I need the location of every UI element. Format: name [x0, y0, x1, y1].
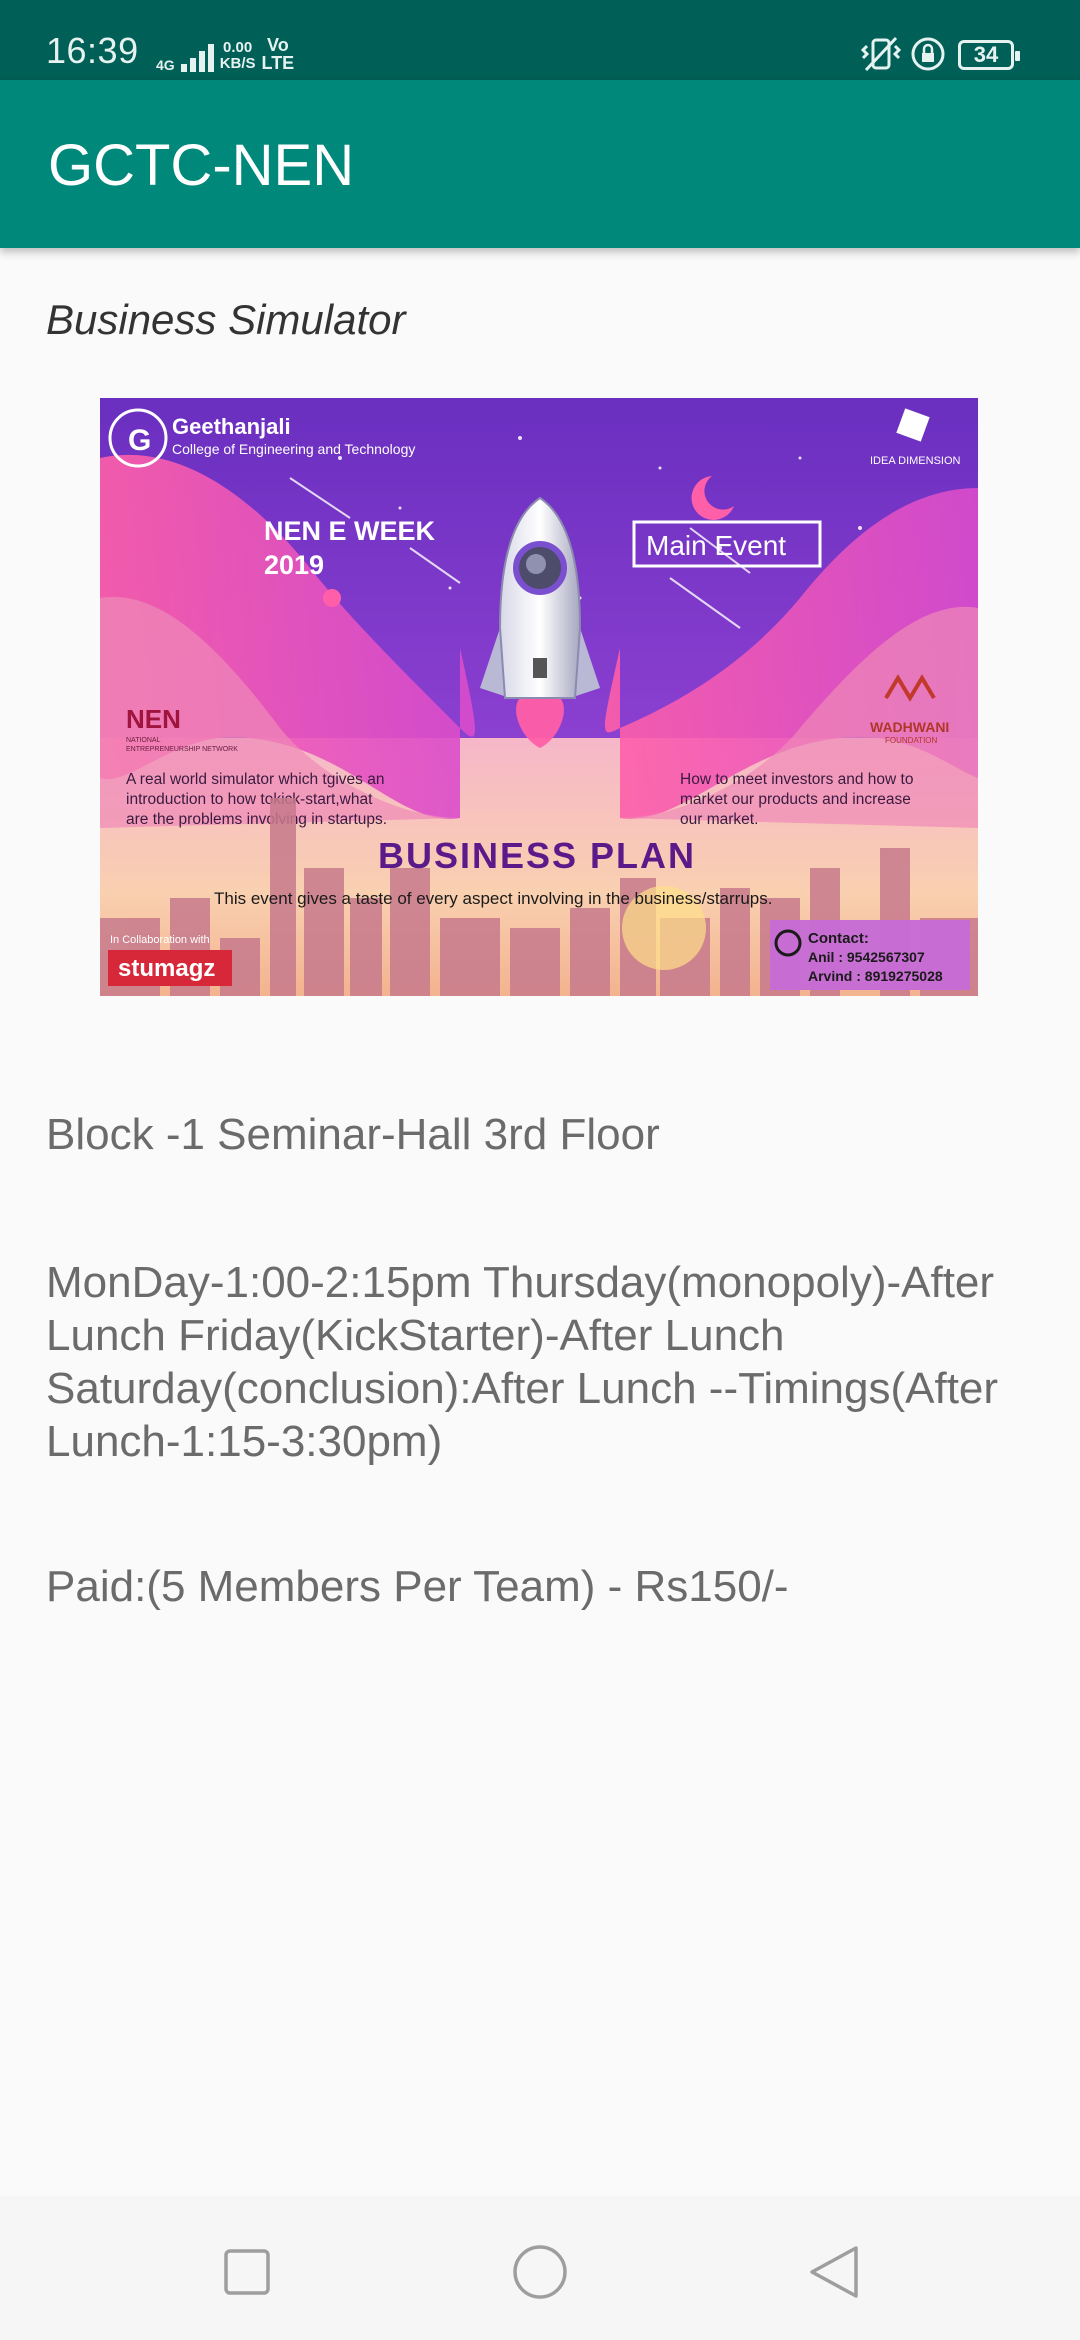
- app-title: GCTC-NEN: [48, 133, 355, 198]
- poster-left-desc-2: introduction to how tokick-start,what: [126, 791, 373, 808]
- event-venue: Block -1 Seminar-Hall 3rd Floor: [46, 1110, 660, 1159]
- recents-button[interactable]: [206, 2236, 286, 2306]
- volte-indicator: Vo LTE: [262, 36, 295, 72]
- signal-icon: [180, 42, 214, 72]
- home-button[interactable]: [500, 2236, 580, 2306]
- event-title: Business Simulator: [46, 296, 406, 343]
- data-speed: 0.00 KB/S: [220, 40, 256, 72]
- poster-tagline: This event gives a taste of every aspect…: [214, 889, 772, 908]
- poster-graphic: G Geethanjali College of Engineering and…: [100, 398, 978, 996]
- poster-left-desc-1: A real world simulator which tgives an: [126, 771, 384, 788]
- rotation-lock-icon: [911, 37, 945, 71]
- poster-right-desc-1: How to meet investors and how to: [680, 771, 913, 788]
- poster-headline: BUSINESS PLAN: [378, 835, 696, 876]
- poster-badge: Main Event: [646, 530, 786, 561]
- poster-contact-label: Contact:: [808, 930, 869, 947]
- poster-nen-logo: NEN: [126, 704, 181, 734]
- poster-wadhwani-logo: WADHWANI: [870, 719, 949, 735]
- status-time: 16:39: [46, 30, 139, 71]
- poster-collab-label: In Collaboration with: [110, 934, 210, 946]
- data-speed-unit: KB/S: [219, 55, 256, 72]
- vibrate-icon: [860, 36, 902, 72]
- event-fee: Paid:(5 Members Per Team) - Rs150/-: [46, 1562, 789, 1611]
- event-timings: MonDay-1:00-2:15pm Thursday(monopoly)-Af…: [46, 1258, 999, 1466]
- poster-college-subtitle: College of Engineering and Technology: [172, 441, 415, 457]
- svg-text:G: G: [128, 424, 151, 457]
- event-poster: G Geethanjali College of Engineering and…: [100, 398, 978, 996]
- app-bar: GCTC-NEN: [0, 80, 1080, 248]
- poster-contact-2: Arvind : 8919275028: [808, 968, 943, 984]
- poster-week-line2: 2019: [264, 550, 324, 580]
- data-speed-value: 0.00: [223, 39, 253, 56]
- status-right-icons: 34: [860, 36, 1080, 72]
- back-button[interactable]: [794, 2236, 874, 2306]
- volte-bottom: LTE: [261, 53, 295, 73]
- status-bar: 16:39 4G 0.00 KB/S Vo LTE 34: [0, 0, 1080, 80]
- poster-week-line1: NEN E WEEK: [264, 516, 436, 546]
- poster-right-desc-2: market our products and increase: [680, 791, 911, 808]
- navigation-bar: [0, 2196, 1080, 2340]
- poster-nen-logo-sub2: ENTREPRENEURSHIP NETWORK: [126, 746, 238, 753]
- poster-nen-logo-sub1: NATIONAL: [126, 737, 161, 744]
- poster-left-desc-3: are the problems involving in startups.: [126, 811, 387, 828]
- poster-college-name: Geethanjali: [172, 414, 291, 439]
- network-indicators: 4G 0.00 KB/S Vo LTE: [156, 36, 294, 72]
- poster-partner-logo: IDEA DIMENSION: [870, 455, 961, 467]
- volte-top: Vo: [267, 35, 289, 55]
- poster-contact-1: Anil : 9542567307: [808, 949, 925, 965]
- poster-collab-brand: stumagz: [118, 955, 215, 982]
- network-type: 4G: [156, 57, 175, 73]
- poster-right-desc-3: our market.: [680, 811, 758, 828]
- poster-wadhwani-sub: FOUNDATION: [885, 736, 938, 745]
- battery-icon: 34: [958, 40, 1020, 70]
